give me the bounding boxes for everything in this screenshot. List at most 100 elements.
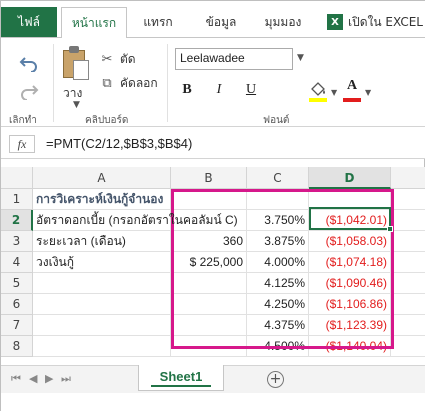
group-clipboard-label: คลิปบอร์ด	[85, 115, 129, 126]
cell-b5[interactable]	[171, 273, 247, 294]
chevron-down-icon[interactable]: ▼	[297, 53, 304, 63]
row-header-8[interactable]: 8	[1, 336, 33, 357]
cell-extra[interactable]	[391, 273, 425, 294]
cell-extra[interactable]	[391, 315, 425, 336]
scroll-prev-sheet-icon[interactable]: ◀	[29, 372, 37, 385]
ribbon-tabbar: ไฟล์ หน้าแรก แทรก ข้อมูล มุมมอง X เปิดใน…	[1, 1, 425, 38]
cell-a7[interactable]	[33, 315, 171, 336]
cell-c7[interactable]: 4.375%	[247, 315, 309, 336]
font-name-select[interactable]: Leelawadee	[175, 48, 293, 70]
bold-button[interactable]: B	[177, 80, 197, 100]
cell-a3[interactable]: ระยะเวลา (เดือน)	[33, 231, 171, 252]
scroll-last-sheet-icon[interactable]: ⏭	[61, 372, 71, 386]
cell-extra[interactable]	[391, 252, 425, 273]
scissors-icon: ✂	[101, 51, 113, 67]
group-divider	[167, 44, 168, 122]
cell-d5[interactable]: ($1,090.46)	[309, 273, 391, 294]
cell-a2[interactable]: อัตราดอกเบี้ย (กรอกอัตราในคอลัมน์ C)	[33, 210, 238, 231]
chevron-down-icon[interactable]: ▼	[73, 100, 80, 110]
column-header-extra[interactable]	[391, 167, 425, 189]
undo-icon[interactable]	[19, 52, 39, 72]
column-header-c[interactable]: C	[247, 167, 309, 189]
cell-extra[interactable]	[391, 294, 425, 315]
column-header-d[interactable]: D	[309, 167, 391, 189]
formula-input[interactable]: =PMT(C2/12,$B$3,$B$4)	[46, 136, 192, 151]
spreadsheet-grid: ABCD 12345678 การวิเคราะห์เงินกู้จำนอง อั…	[1, 167, 425, 365]
chevron-down-icon[interactable]: ▼	[331, 88, 337, 97]
cell-b8[interactable]	[171, 336, 247, 357]
open-in-excel-label: เปิดใน EXCEL	[348, 14, 423, 29]
group-undo-label: เลิกทำ	[9, 115, 37, 126]
column-header-a[interactable]: A	[33, 167, 171, 189]
ribbon: เลิกทำ วาง ▼ ✂ ตัด ⧉ คัดลอก คลิปบอร์ด Le…	[1, 37, 425, 127]
sheet-tab-sheet1[interactable]: Sheet1	[138, 365, 224, 391]
select-all-corner[interactable]	[1, 167, 33, 189]
app-window: ไฟล์ หน้าแรก แทรก ข้อมูล มุมมอง X เปิดใน…	[0, 0, 425, 411]
paste-icon[interactable]	[63, 46, 91, 80]
italic-button[interactable]: I	[209, 80, 229, 100]
formula-bar: fx =PMT(C2/12,$B$3,$B$4)	[1, 127, 425, 159]
underline-button[interactable]: U	[241, 80, 261, 100]
row-header-6[interactable]: 6	[1, 294, 33, 315]
fill-color-icon[interactable]	[308, 80, 330, 102]
cell-c4[interactable]: 4.000%	[247, 252, 309, 273]
cell-a4[interactable]: วงเงินกู้	[33, 252, 171, 273]
tab-file[interactable]: ไฟล์	[1, 7, 57, 37]
cell-a5[interactable]	[33, 273, 171, 294]
open-in-excel-button[interactable]: X เปิดใน EXCEL	[327, 7, 423, 37]
fill-handle[interactable]	[387, 226, 393, 232]
cell-b1[interactable]	[171, 189, 247, 210]
group-font-label: ฟอนต์	[263, 115, 290, 126]
cell-d4[interactable]: ($1,074.18)	[309, 252, 391, 273]
row-header-3[interactable]: 3	[1, 231, 33, 252]
redo-icon[interactable]	[19, 80, 39, 100]
group-divider	[53, 44, 54, 122]
cell-d2[interactable]: ($1,042.01)	[309, 210, 391, 231]
row-header-2[interactable]: 2	[1, 210, 33, 231]
chevron-down-icon[interactable]: ▼	[365, 88, 371, 97]
copy-button[interactable]: ⧉ คัดลอก	[99, 74, 158, 92]
row-header-1[interactable]: 1	[1, 189, 33, 210]
cell-c3[interactable]: 3.875%	[247, 231, 309, 252]
cell-extra[interactable]	[391, 231, 425, 252]
cell-c2[interactable]: 3.750%	[247, 210, 309, 231]
add-sheet-icon[interactable]: +	[267, 371, 284, 388]
font-color-icon[interactable]: A	[341, 78, 363, 102]
excel-icon: X	[327, 14, 343, 30]
font-color-letter: A	[346, 78, 358, 93]
tab-data[interactable]: ข้อมูล	[191, 7, 251, 37]
cell-c5[interactable]: 4.125%	[247, 273, 309, 294]
cell-b4[interactable]: $ 225,000	[171, 252, 247, 273]
tab-insert[interactable]: แทรก	[134, 7, 182, 37]
cell-c6[interactable]: 4.250%	[247, 294, 309, 315]
cell-b3[interactable]: 360	[171, 231, 247, 252]
cell-d6[interactable]: ($1,106.86)	[309, 294, 391, 315]
column-header-b[interactable]: B	[171, 167, 247, 189]
cell-extra[interactable]	[391, 210, 425, 231]
cell-c8[interactable]: 4.500%	[247, 336, 309, 357]
cell-d7[interactable]: ($1,123.39)	[309, 315, 391, 336]
fx-icon[interactable]: fx	[9, 135, 35, 153]
scroll-first-sheet-icon[interactable]: ⏮	[11, 372, 21, 386]
row-header-4[interactable]: 4	[1, 252, 33, 273]
cell-extra[interactable]	[391, 189, 425, 210]
row-header-5[interactable]: 5	[1, 273, 33, 294]
cell-a8[interactable]	[33, 336, 171, 357]
cell-a1[interactable]: การวิเคราะห์เงินกู้จำนอง	[33, 189, 171, 210]
sheet-bar: ⏮ ◀ ▶ ⏭ Sheet1 +	[1, 365, 425, 393]
copy-label: คัดลอก	[120, 75, 158, 90]
scroll-next-sheet-icon[interactable]: ▶	[45, 372, 53, 385]
tab-home[interactable]: หน้าแรก	[61, 7, 127, 38]
row-header-7[interactable]: 7	[1, 315, 33, 336]
cell-d3[interactable]: ($1,058.03)	[309, 231, 391, 252]
cell-a6[interactable]	[33, 294, 171, 315]
cell-b7[interactable]	[171, 315, 247, 336]
sheet-tab-label: Sheet1	[159, 369, 203, 384]
cell-c1[interactable]	[247, 189, 309, 210]
tab-view[interactable]: มุมมอง	[255, 7, 311, 37]
cell-d1[interactable]	[309, 189, 391, 210]
cut-button[interactable]: ✂ ตัด	[99, 50, 136, 68]
cell-b6[interactable]	[171, 294, 247, 315]
cell-extra[interactable]	[391, 336, 425, 357]
cell-d8[interactable]: ($1,140.04)	[309, 336, 391, 357]
